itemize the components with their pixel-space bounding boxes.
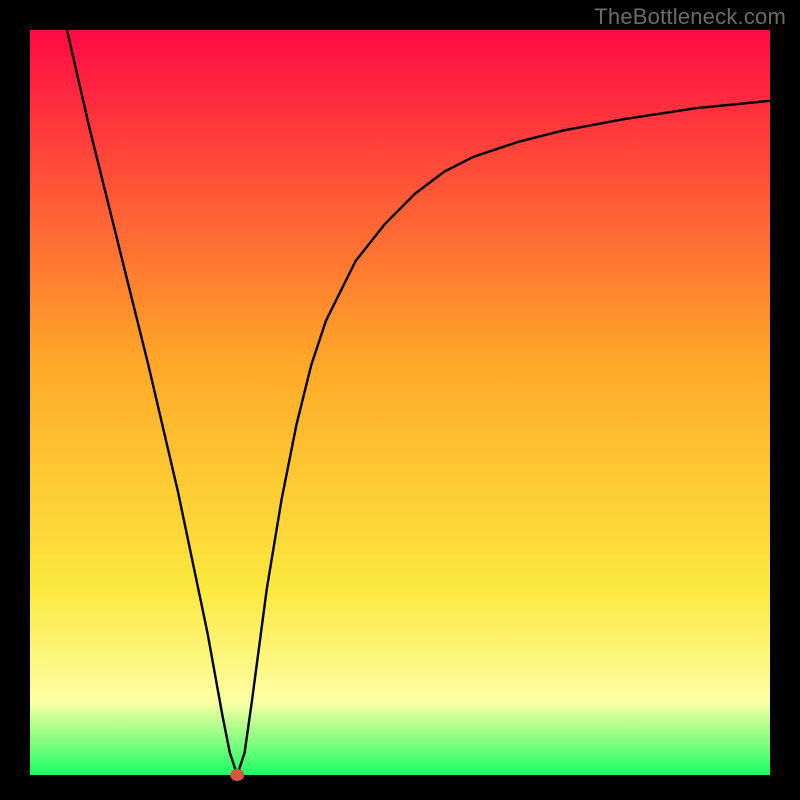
chart-svg (0, 0, 800, 800)
plot-background (30, 30, 770, 775)
minimum-marker (230, 769, 244, 781)
chart-frame: TheBottleneck.com (0, 0, 800, 800)
